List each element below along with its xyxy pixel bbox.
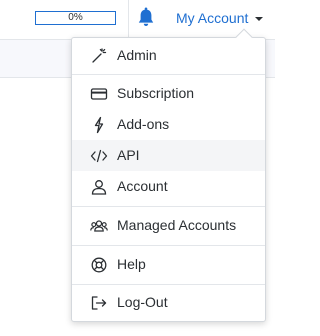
menu-divider [72, 74, 265, 75]
code-icon [90, 147, 108, 165]
credit-card-icon [90, 85, 108, 103]
bell-icon[interactable] [136, 7, 156, 29]
my-account-toggle[interactable]: My Account [176, 8, 264, 28]
menu-item-admin[interactable]: Admin [72, 40, 265, 71]
menu-item-label: Add-ons [117, 116, 170, 132]
lifebuoy-icon [90, 256, 108, 274]
menu-item-account[interactable]: Account [72, 171, 265, 202]
menu-item-log-out[interactable]: Log-Out [72, 287, 265, 318]
menu-item-api[interactable]: API [72, 140, 265, 171]
chevron-down-icon [255, 17, 264, 21]
magic-wand-icon [90, 47, 108, 65]
menu-item-label: Account [117, 178, 168, 194]
menu-item-label: Subscription [117, 85, 195, 101]
menu-item-help[interactable]: Help [72, 249, 265, 280]
menu-item-subscription[interactable]: Subscription [72, 78, 265, 109]
menu-item-label: API [117, 147, 140, 163]
menu-divider [72, 284, 265, 285]
menu-item-managed-accounts[interactable]: Managed Accounts [72, 210, 265, 241]
logout-icon [90, 294, 108, 312]
menu-item-label: Help [117, 256, 146, 272]
menu-item-add-ons[interactable]: Add-ons [72, 109, 265, 140]
my-account-label: My Account [176, 10, 249, 26]
usage-progress-bar: 0% [35, 11, 116, 25]
plug-icon [90, 116, 108, 134]
user-icon [90, 178, 108, 196]
progress-label: 0% [68, 12, 83, 23]
users-icon [90, 217, 108, 235]
header-divider [128, 0, 129, 40]
menu-item-label: Log-Out [117, 294, 168, 310]
top-bar: 0% My Account [0, 0, 275, 40]
menu-divider [72, 206, 265, 207]
menu-item-label: Managed Accounts [117, 217, 237, 233]
menu-divider [72, 245, 265, 246]
menu-item-label: Admin [117, 47, 157, 63]
